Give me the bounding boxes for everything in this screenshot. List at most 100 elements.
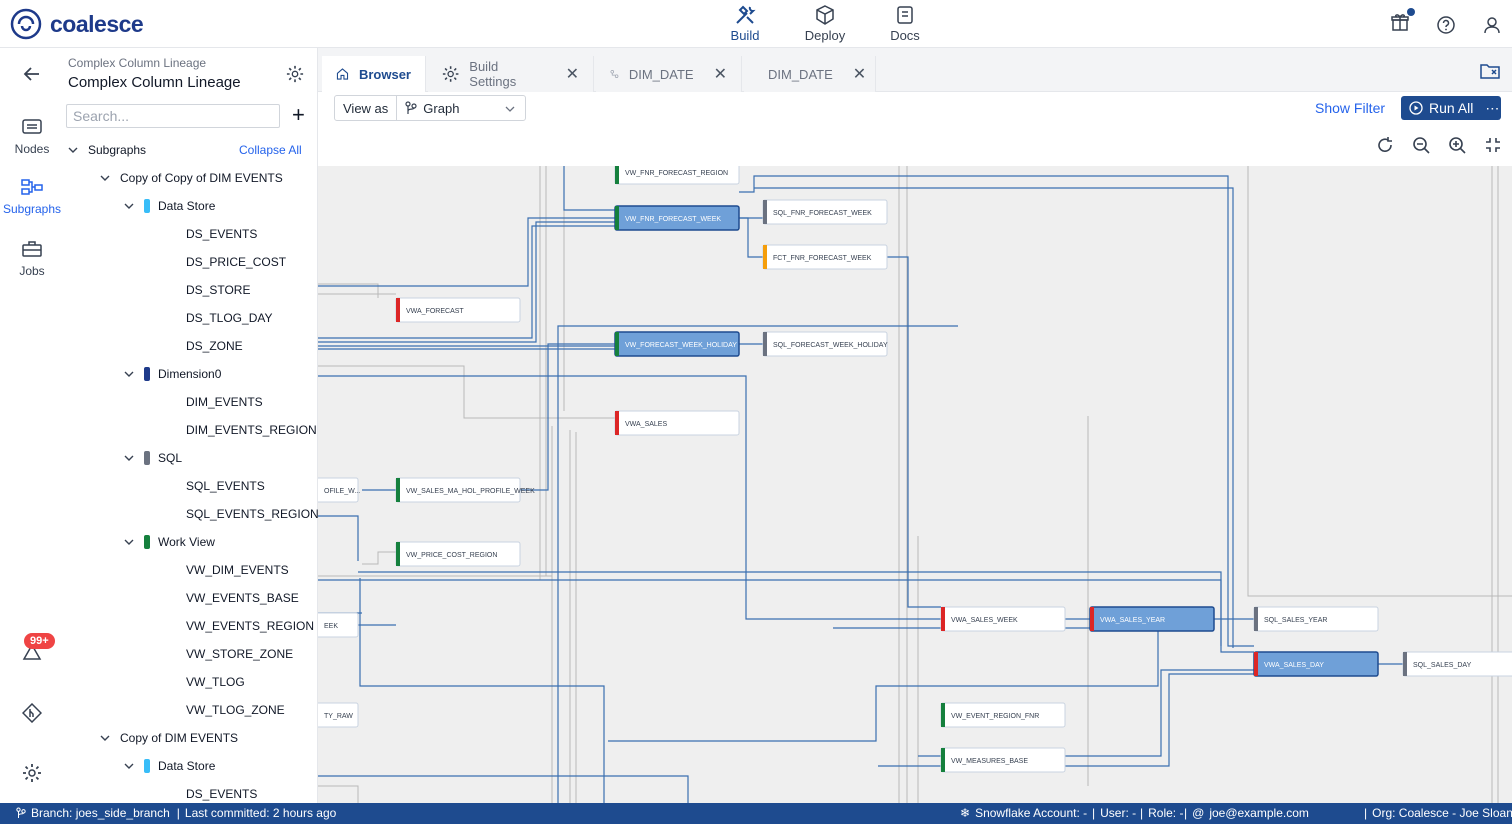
tree-node-item[interactable]: DIM_EVENTS_REGION — [186, 416, 317, 444]
graph-node[interactable]: VW_EVENT_REGION_FNR — [940, 702, 1066, 728]
graph-node[interactable]: VW_SALES_MA_HOL_PROFILE_WEEK — [395, 477, 535, 503]
search-input[interactable] — [66, 104, 280, 128]
graph-node[interactable]: TY_RAW — [318, 702, 359, 728]
user-icon[interactable] — [1482, 15, 1502, 35]
settings-gear-icon[interactable] — [22, 763, 42, 783]
rail-jobs[interactable]: Jobs — [0, 240, 64, 278]
show-filter-link[interactable]: Show Filter — [1315, 100, 1385, 116]
graph-node[interactable]: VWA_SALES_WEEK — [940, 606, 1066, 632]
nav-deploy-label: Deploy — [804, 28, 846, 43]
graph-node[interactable]: VW_FORECAST_WEEK_HOLIDAY — [614, 331, 740, 357]
tree-node-item[interactable]: VW_EVENTS_BASE — [186, 584, 299, 612]
fit-screen-icon[interactable] — [1484, 136, 1502, 154]
tab-browser[interactable]: Browser — [322, 56, 426, 92]
tree-node-item[interactable]: DS_EVENTS — [186, 780, 257, 803]
tab-build-settings[interactable]: Build Settings ✕ — [428, 56, 594, 92]
close-icon[interactable]: ✕ — [853, 64, 866, 84]
graph-node[interactable]: VW_PRICE_COST_REGION — [395, 541, 521, 567]
nav-build[interactable]: Build — [705, 4, 785, 43]
more-options-icon[interactable]: ⋯ — [1485, 100, 1499, 117]
refresh-icon[interactable] — [1376, 136, 1394, 154]
view-as-select[interactable]: Graph — [397, 96, 525, 120]
tree-node-item[interactable]: DS_EVENTS — [186, 220, 257, 248]
panel-settings-icon[interactable] — [286, 65, 304, 83]
rail-subgraphs-label: Subgraphs — [2, 202, 62, 216]
run-all-button[interactable]: Run All ⋯ — [1401, 96, 1501, 120]
tree-node-item[interactable]: DIM_EVENTS — [186, 388, 263, 416]
rail-subgraphs[interactable]: Subgraphs — [0, 178, 64, 216]
rail-nodes[interactable]: Nodes — [0, 118, 64, 156]
back-arrow-icon[interactable] — [22, 64, 42, 84]
tree-node-item[interactable]: DS_STORE — [186, 276, 250, 304]
tree-node-item[interactable]: SQL_EVENTS_REGION — [186, 500, 318, 528]
close-icon[interactable]: ✕ — [566, 64, 579, 84]
tree-node-item[interactable]: DS_PRICE_COST — [186, 248, 286, 276]
node-type-color-swatch — [1254, 607, 1258, 631]
tree-subgraphs-root[interactable]: Subgraphs — [68, 136, 146, 164]
lineage-edge — [878, 673, 1254, 767]
graph-canvas[interactable]: VW_FNR_FORECAST_REGION VW_FNR_FORECAST_WE… — [318, 166, 1512, 803]
graph-node[interactable]: SQL_SALES_YEAR — [1253, 606, 1379, 632]
graph-node[interactable]: VW_FNR_FORECAST_REGION — [614, 166, 740, 185]
tab-dim-date-node-label: DIM_DATE — [768, 66, 833, 82]
tree-node-type[interactable]: Data Store — [124, 752, 215, 780]
collapse-all-link[interactable]: Collapse All — [239, 143, 302, 157]
graph-node[interactable]: FCT_FNR_FORECAST_WEEK — [762, 244, 888, 270]
tree-node-item[interactable]: VW_EVENTS_REGION — [186, 612, 314, 640]
tree-subgraph[interactable]: Copy of DIM EVENTS — [100, 724, 238, 752]
tree-node-type[interactable]: Data Store — [124, 192, 215, 220]
tree-node-type[interactable]: Dimension0 — [124, 360, 221, 388]
graph-node-label: VW_SALES_MA_HOL_PROFILE_WEEK — [406, 488, 535, 495]
graph-node[interactable]: VWA_FORECAST — [395, 297, 521, 323]
graph-node[interactable]: SQL_SALES_DAY — [1402, 651, 1512, 677]
tree-node-type[interactable]: SQL — [124, 444, 182, 472]
nav-deploy[interactable]: Deploy — [785, 4, 865, 43]
tree-node-item[interactable]: VW_STORE_ZONE — [186, 640, 293, 668]
tab-dim-date-node[interactable]: DIM_DATE ✕ — [744, 56, 876, 92]
graph-node[interactable]: VWA_SALES_DAY — [1253, 651, 1379, 677]
tab-dim-date-graph[interactable]: DIM_DATE ✕ — [596, 56, 742, 92]
brand-logo[interactable]: coalesce — [10, 8, 144, 40]
graph-node[interactable]: VWA_SALES — [614, 410, 740, 436]
add-subgraph-button[interactable]: + — [292, 104, 305, 126]
coalesce-logo-icon — [10, 8, 42, 40]
folder-x-icon[interactable] — [1480, 62, 1500, 80]
node-type-color-swatch — [763, 332, 767, 356]
zoom-in-icon[interactable] — [1448, 136, 1466, 154]
graph-node-label: VWA_SALES_YEAR — [1100, 617, 1165, 624]
status-user-label: User: - — [1100, 806, 1137, 820]
graph-node[interactable]: OFILE_W... — [318, 477, 360, 503]
lineage-graph[interactable]: VW_FNR_FORECAST_REGION VW_FNR_FORECAST_WE… — [318, 166, 1512, 803]
tree-node-item[interactable]: VW_TLOG — [186, 668, 245, 696]
top-right-actions — [1390, 8, 1502, 37]
graph-node[interactable]: VW_MEASURES_BASE — [940, 747, 1066, 773]
git-icon[interactable] — [22, 703, 42, 723]
tree-node-item[interactable]: DS_ZONE — [186, 332, 243, 360]
help-icon[interactable] — [1436, 15, 1456, 35]
lineage-edge — [318, 579, 1222, 646]
home-icon — [336, 68, 349, 80]
graph-node[interactable]: SQL_FNR_FORECAST_WEEK — [762, 199, 888, 225]
nodes-icon — [22, 119, 42, 134]
lineage-edge — [557, 325, 958, 803]
zoom-out-icon[interactable] — [1412, 136, 1430, 154]
tab-build-settings-label: Build Settings — [469, 59, 517, 89]
tree-node-item[interactable]: SQL_EVENTS — [186, 472, 265, 500]
tree-node-type[interactable]: Work View — [124, 528, 215, 556]
tree-node-item[interactable]: DS_TLOG_DAY — [186, 304, 272, 332]
subgraph-panel: Complex Column Lineage Complex Column Li… — [64, 48, 318, 803]
graph-node[interactable]: EEK — [318, 612, 359, 638]
nav-docs[interactable]: Docs — [865, 4, 945, 43]
close-icon[interactable]: ✕ — [714, 64, 727, 84]
graph-node[interactable]: VWA_SALES_YEAR — [1089, 606, 1215, 632]
status-branch[interactable]: Branch: joes_side_branch | Last committe… — [16, 806, 336, 820]
lineage-edge — [318, 515, 359, 561]
tree-node-item[interactable]: VW_DIM_EVENTS — [186, 556, 289, 584]
tree-node-item[interactable]: VW_TLOG_ZONE — [186, 696, 285, 724]
graph-node-label: VWA_SALES_WEEK — [951, 617, 1018, 624]
graph-node[interactable]: SQL_FORECAST_WEEK_HOLIDAY — [762, 331, 888, 357]
view-as-control: View as Graph — [334, 95, 527, 121]
gift-button[interactable] — [1390, 8, 1415, 37]
tree-subgraph[interactable]: Copy of Copy of DIM EVENTS — [100, 164, 283, 192]
graph-node[interactable]: VW_FNR_FORECAST_WEEK — [614, 205, 740, 231]
